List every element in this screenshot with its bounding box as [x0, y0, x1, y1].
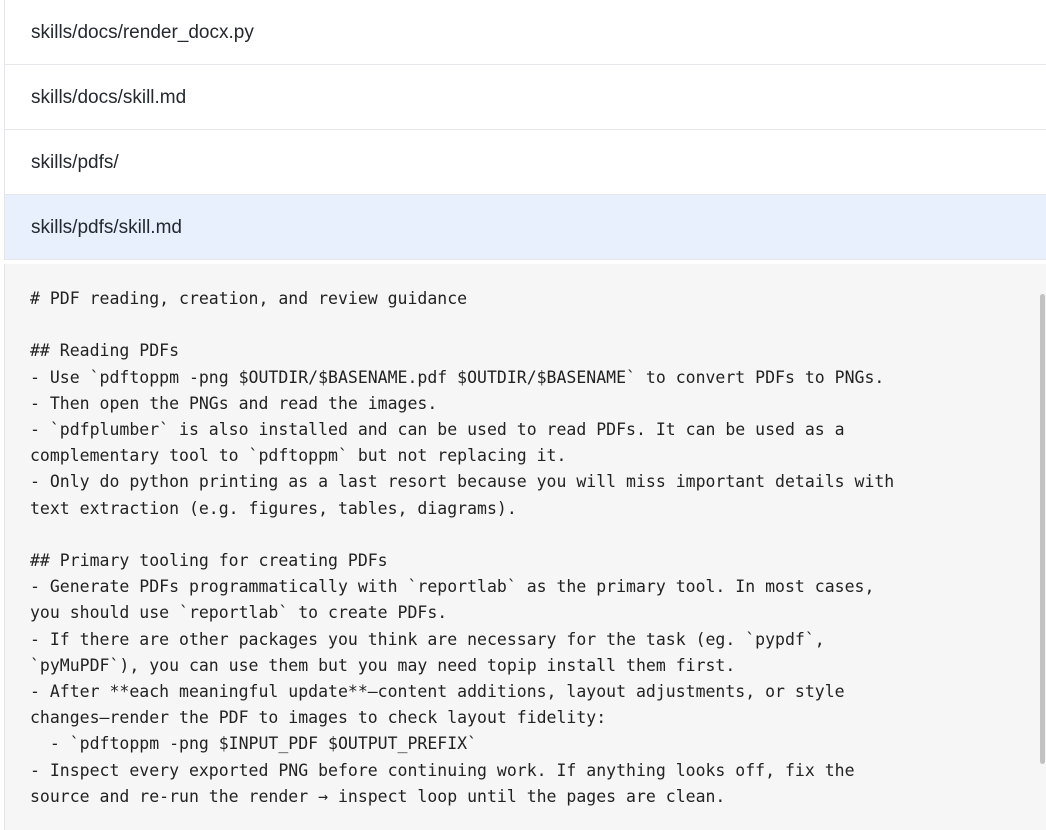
preview-line: ## Reading PDFs — [30, 341, 180, 361]
preview-line: - Then open the PNGs and read the images… — [30, 393, 438, 413]
preview-line: source and re-run the render → inspect l… — [30, 786, 726, 806]
preview-line: `pyMuPDF`), you can use them but you may… — [30, 655, 736, 675]
file-row-pdfs-folder[interactable]: skills/pdfs/ — [5, 130, 1046, 195]
preview-line: # PDF reading, creation, and review guid… — [30, 289, 468, 308]
preview-line: - `pdftoppm -png $INPUT_PDF $OUTPUT_PREF… — [30, 734, 478, 754]
preview-line: changes—render the PDF to images to chec… — [30, 708, 607, 728]
file-row-pdfs-skill-md[interactable]: skills/pdfs/skill.md — [5, 195, 1046, 260]
preview-line: - If there are other packages you think … — [30, 629, 825, 649]
preview-line: - `pdfplumber` is also installed and can… — [30, 420, 845, 440]
file-preview-content: # PDF reading, creation, and review guid… — [5, 264, 1046, 810]
preview-line: - After **each meaningful update**—conte… — [30, 682, 845, 702]
preview-line: - Use `pdftoppm -png $OUTDIR/$BASENAME.p… — [30, 367, 885, 387]
preview-line: ## Primary tooling for creating PDFs — [30, 551, 388, 571]
file-preview-pane[interactable]: # PDF reading, creation, and review guid… — [4, 264, 1046, 830]
preview-line: - Generate PDFs programmatically with `r… — [30, 577, 875, 597]
preview-line: - Inspect every exported PNG before cont… — [30, 760, 855, 780]
preview-scrollbar-track[interactable] — [1038, 264, 1046, 830]
file-row-docs-skill-md[interactable]: skills/docs/skill.md — [5, 65, 1046, 130]
preview-scrollbar-thumb[interactable] — [1040, 294, 1045, 764]
preview-line: - Only do python printing as a last reso… — [30, 472, 895, 492]
preview-line: complementary tool to `pdftoppm` but not… — [30, 446, 567, 466]
preview-line: you should use `reportlab` to create PDF… — [30, 603, 448, 623]
file-row-render-docx[interactable]: skills/docs/render_docx.py — [5, 0, 1046, 65]
preview-line: text extraction (e.g. figures, tables, d… — [30, 498, 517, 518]
file-list: skills/docs/render_docx.py skills/docs/s… — [4, 0, 1046, 260]
